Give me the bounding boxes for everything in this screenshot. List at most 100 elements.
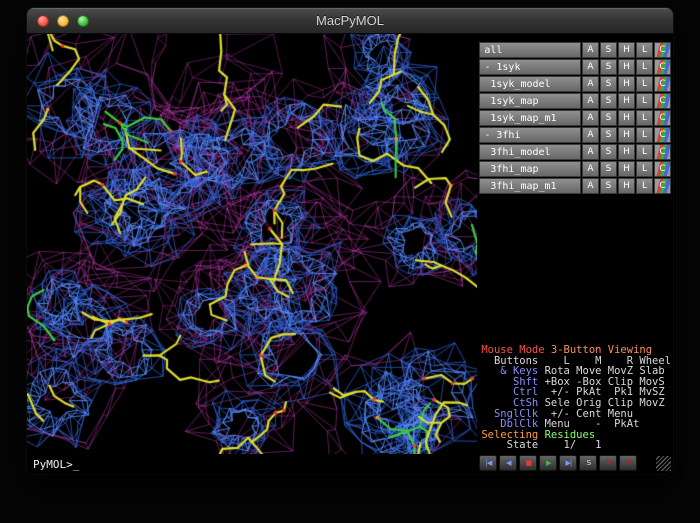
desktop: MacPyMOL PyMOL>_ allASHLC- 1sykASHLC1syk…: [0, 0, 700, 523]
object-1syk_model-h-button[interactable]: H: [618, 76, 635, 92]
play-icon: ▶: [546, 459, 550, 467]
titlebar[interactable]: MacPyMOL: [27, 8, 673, 34]
movie-menu-icon: ▼: [626, 459, 630, 467]
object-1syk-c-button[interactable]: C: [654, 59, 671, 75]
object-3fhi_model-h-button[interactable]: H: [618, 144, 635, 160]
object-1syk_model-l-button[interactable]: L: [636, 76, 653, 92]
object-name-all[interactable]: all: [479, 42, 581, 58]
mouse-panel-line: State 1/ 1: [481, 440, 671, 451]
object-3fhi-h-button[interactable]: H: [618, 127, 635, 143]
object-1syk_map_m1-l-button[interactable]: L: [636, 110, 653, 126]
object-1syk_model-a-button[interactable]: A: [582, 76, 599, 92]
viewport-area: PyMOL>_: [27, 34, 477, 474]
command-prompt: PyMOL>: [33, 458, 73, 471]
object-row: 1syk_map_m1ASHLC: [479, 110, 671, 126]
mouse-panel: Mouse Mode 3-Button Viewing Buttons L M …: [479, 345, 671, 451]
go-to-end-icon: ▶|: [565, 459, 571, 467]
object-3fhi-c-button[interactable]: C: [654, 127, 671, 143]
object-3fhi-s-button[interactable]: S: [600, 127, 617, 143]
object-name-1syk[interactable]: - 1syk: [479, 59, 581, 75]
object-all-l-button[interactable]: L: [636, 42, 653, 58]
movie-menu-button[interactable]: ▼: [619, 455, 637, 471]
go-to-start-button[interactable]: |◀: [479, 455, 497, 471]
text-segment: State 1/ 1: [481, 439, 601, 451]
object-1syk-a-button[interactable]: A: [582, 59, 599, 75]
object-row: allASHLC: [479, 42, 671, 58]
go-to-start-icon: |◀: [485, 459, 491, 467]
object-name-1syk_map_m1[interactable]: 1syk_map_m1: [479, 110, 581, 126]
object-3fhi_model-s-button[interactable]: S: [600, 144, 617, 160]
object-1syk-s-button[interactable]: S: [600, 59, 617, 75]
object-1syk_map-a-button[interactable]: A: [582, 93, 599, 109]
object-1syk_map-s-button[interactable]: S: [600, 93, 617, 109]
object-name-3fhi_model[interactable]: 3fhi_model: [479, 144, 581, 160]
step-back-icon: ◀: [506, 459, 510, 467]
object-all-h-button[interactable]: H: [618, 42, 635, 58]
object-3fhi_map_m1-s-button[interactable]: S: [600, 178, 617, 194]
object-row: 3fhi_map_m1ASHLC: [479, 178, 671, 194]
stop-button[interactable]: ■: [519, 455, 537, 471]
object-name-3fhi[interactable]: - 3fhi: [479, 127, 581, 143]
object-3fhi_map-h-button[interactable]: H: [618, 161, 635, 177]
object-1syk-l-button[interactable]: L: [636, 59, 653, 75]
side-panel: allASHLC- 1sykASHLC1syk_modelASHLC1syk_m…: [477, 34, 673, 474]
minimize-button[interactable]: [57, 15, 69, 27]
object-row: - 3fhiASHLC: [479, 127, 671, 143]
object-name-1syk_model[interactable]: 1syk_model: [479, 76, 581, 92]
object-3fhi_map-l-button[interactable]: L: [636, 161, 653, 177]
object-all-a-button[interactable]: A: [582, 42, 599, 58]
macpymol-window: MacPyMOL PyMOL>_ allASHLC- 1sykASHLC1syk…: [27, 8, 673, 474]
object-1syk_map-c-button[interactable]: C: [654, 93, 671, 109]
window-content: PyMOL>_ allASHLC- 1sykASHLC1syk_modelASH…: [27, 34, 673, 474]
object-3fhi_map-c-button[interactable]: C: [654, 161, 671, 177]
object-all-c-button[interactable]: C: [654, 42, 671, 58]
vcr-controls: |◀ ◀ ■ ▶ ▶| S ▼ ▼: [479, 454, 671, 472]
object-list: allASHLC- 1sykASHLC1syk_modelASHLC1syk_m…: [479, 42, 671, 195]
viewport-canvas[interactable]: [27, 34, 477, 454]
resize-grip[interactable]: [656, 456, 671, 471]
object-row: 3fhi_modelASHLC: [479, 144, 671, 160]
zoom-button[interactable]: [77, 15, 89, 27]
object-3fhi_map_m1-a-button[interactable]: A: [582, 178, 599, 194]
object-1syk_model-c-button[interactable]: C: [654, 76, 671, 92]
object-3fhi_model-c-button[interactable]: C: [654, 144, 671, 160]
stop-icon: ■: [526, 459, 532, 467]
play-button[interactable]: ▶: [539, 455, 557, 471]
object-name-3fhi_map[interactable]: 3fhi_map: [479, 161, 581, 177]
object-name-1syk_map[interactable]: 1syk_map: [479, 93, 581, 109]
loop-button[interactable]: ▼: [599, 455, 617, 471]
object-row: - 1sykASHLC: [479, 59, 671, 75]
object-3fhi_model-a-button[interactable]: A: [582, 144, 599, 160]
object-3fhi_map-s-button[interactable]: S: [600, 161, 617, 177]
object-1syk-h-button[interactable]: H: [618, 59, 635, 75]
object-all-s-button[interactable]: S: [600, 42, 617, 58]
go-to-end-button[interactable]: ▶|: [559, 455, 577, 471]
object-1syk_map_m1-h-button[interactable]: H: [618, 110, 635, 126]
object-3fhi_map_m1-h-button[interactable]: H: [618, 178, 635, 194]
panel-spacer: [479, 195, 671, 345]
object-3fhi_map_m1-l-button[interactable]: L: [636, 178, 653, 194]
object-name-3fhi_map_m1[interactable]: 3fhi_map_m1: [479, 178, 581, 194]
window-title: MacPyMOL: [316, 13, 384, 28]
close-button[interactable]: [37, 15, 49, 27]
vcr-buttons: |◀ ◀ ■ ▶ ▶| S ▼ ▼: [479, 455, 637, 471]
object-row: 1syk_mapASHLC: [479, 93, 671, 109]
object-1syk_map-l-button[interactable]: L: [636, 93, 653, 109]
command-cursor: _: [73, 458, 80, 471]
scene-icon: S: [587, 459, 590, 467]
object-3fhi-l-button[interactable]: L: [636, 127, 653, 143]
scene-button[interactable]: S: [579, 455, 597, 471]
object-1syk_map-h-button[interactable]: H: [618, 93, 635, 109]
object-1syk_map_m1-c-button[interactable]: C: [654, 110, 671, 126]
object-1syk_map_m1-s-button[interactable]: S: [600, 110, 617, 126]
object-1syk_model-s-button[interactable]: S: [600, 76, 617, 92]
object-3fhi_map-a-button[interactable]: A: [582, 161, 599, 177]
object-row: 3fhi_mapASHLC: [479, 161, 671, 177]
object-3fhi_map_m1-c-button[interactable]: C: [654, 178, 671, 194]
object-3fhi_model-l-button[interactable]: L: [636, 144, 653, 160]
object-3fhi-a-button[interactable]: A: [582, 127, 599, 143]
object-1syk_map_m1-a-button[interactable]: A: [582, 110, 599, 126]
command-line[interactable]: PyMOL>_: [27, 454, 477, 474]
traffic-lights: [37, 8, 89, 33]
step-back-button[interactable]: ◀: [499, 455, 517, 471]
